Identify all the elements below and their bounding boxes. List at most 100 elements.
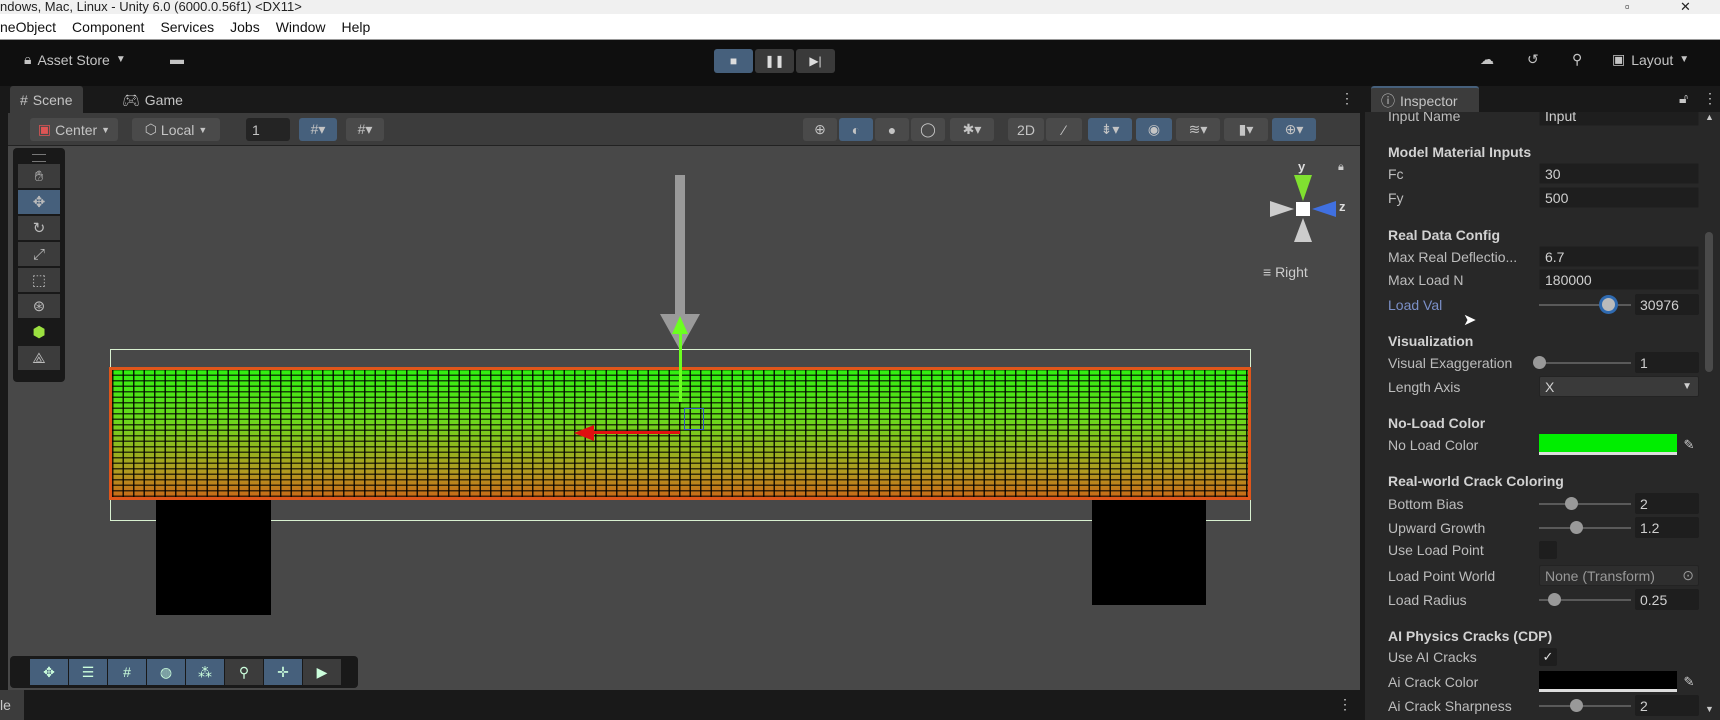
bottom-bias-slider[interactable] — [1539, 497, 1631, 510]
slider-knob[interactable] — [1569, 699, 1583, 712]
drag-handle-icon[interactable] — [32, 154, 46, 162]
rect-tool-icon[interactable]: ⬚ — [18, 268, 60, 292]
ai-crack-sharpness-slider[interactable] — [1539, 699, 1631, 712]
scroll-up-icon[interactable]: ▲ — [1705, 112, 1714, 122]
more-options-icon[interactable]: ⋮ — [1340, 90, 1354, 107]
camera-dropdown-icon[interactable]: ▮▾ — [1224, 118, 1268, 141]
stop-button[interactable]: ■ — [714, 49, 753, 73]
scene-view[interactable]: y z 🔒︎ ≡ Right — [8, 146, 1360, 690]
use-ai-cracks-checkbox[interactable]: ✓ — [1539, 648, 1557, 666]
restore-button[interactable]: ▫ — [1625, 0, 1630, 14]
draw-mode-wireframe-icon[interactable]: ⊕ — [803, 118, 837, 141]
axis-z-cone[interactable] — [1312, 201, 1336, 217]
menu-services[interactable]: Services — [160, 19, 214, 35]
pivot-move-icon[interactable]: ✛ — [264, 659, 302, 685]
scale-tool-icon[interactable]: ⤢ — [18, 242, 60, 266]
hand-tool-icon[interactable]: ✋︎ — [18, 164, 60, 188]
layout-dropdown[interactable]: ▣ Layout ▼ — [1612, 51, 1689, 68]
menu-jobs[interactable]: Jobs — [230, 19, 260, 35]
lighting-toggle-icon[interactable]: ⁄ — [1046, 118, 1082, 141]
eyedropper-icon[interactable]: ✎ — [1679, 434, 1699, 455]
gizmo-lock-icon[interactable]: 🔒︎ — [1338, 161, 1344, 174]
rotate-tool-icon[interactable]: ↻ — [18, 216, 60, 240]
move-handle-x[interactable] — [592, 431, 680, 434]
visual-exaggeration-field[interactable]: 1 — [1635, 352, 1699, 373]
move-tool-icon[interactable]: ✥ — [18, 190, 60, 214]
length-axis-dropdown[interactable]: X ▼ — [1539, 376, 1699, 397]
visibility-eye-icon[interactable]: ◉ — [1136, 118, 1172, 141]
load-radius-field[interactable]: 0.25 — [1635, 589, 1699, 610]
menu-gameobject[interactable]: neObject — [0, 19, 56, 35]
navmesh-icon[interactable]: ⁂ — [186, 659, 224, 685]
slider-knob[interactable] — [1565, 497, 1579, 510]
eyedropper-icon[interactable]: ✎ — [1679, 671, 1699, 692]
menu-help[interactable]: Help — [342, 19, 371, 35]
inspector-lock-icon[interactable]: 🔓︎ — [1679, 90, 1688, 107]
no-load-color-swatch[interactable] — [1539, 434, 1677, 455]
bottom-bias-field[interactable]: 2 — [1635, 493, 1699, 514]
menu-window[interactable]: Window — [276, 19, 326, 35]
console-tab[interactable]: le — [0, 690, 24, 720]
view-label-right[interactable]: ≡ Right — [1263, 264, 1308, 280]
archive-icon[interactable]: ▬ — [170, 51, 184, 67]
draw-mode-lit-icon[interactable]: ◯ — [911, 118, 945, 141]
grid-snap-button[interactable]: #▾ — [299, 118, 337, 141]
snap-magnet-button[interactable]: #▾ — [346, 118, 384, 141]
tab-inspector[interactable]: ⓘ Inspector — [1371, 86, 1479, 113]
search-icon[interactable]: ⚲ — [225, 659, 263, 685]
layers-dropdown-icon[interactable]: ≋▾ — [1176, 118, 1220, 141]
history-icon[interactable]: ↺ — [1527, 51, 1539, 68]
move-handle-plane[interactable] — [684, 408, 704, 430]
cloud-icon[interactable]: ☁ — [1480, 51, 1494, 68]
debug-draw-icon[interactable]: ✱▾ — [950, 118, 994, 141]
gizmos-dropdown-icon[interactable]: ⊕▾ — [1272, 118, 1316, 141]
space-dropdown[interactable]: ⬡ Local ▼ — [132, 118, 220, 141]
upward-growth-slider[interactable] — [1539, 521, 1631, 534]
pivot-dropdown[interactable]: ▣ Center ▼ — [30, 118, 118, 141]
more-options-icon[interactable]: ⋮ — [1338, 696, 1352, 713]
menu-component[interactable]: Component — [72, 19, 144, 35]
slider-knob[interactable] — [1602, 298, 1615, 311]
max-deflection-field[interactable]: 6.7 — [1539, 246, 1699, 267]
ai-crack-color-swatch[interactable] — [1539, 671, 1677, 692]
move-handle-y[interactable] — [679, 324, 682, 402]
axis-neg-x-cone[interactable] — [1270, 201, 1294, 217]
search-icon[interactable]: ⚲ — [1572, 51, 1582, 68]
slider-knob[interactable] — [1569, 521, 1583, 534]
use-load-point-checkbox[interactable] — [1539, 541, 1557, 559]
load-radius-slider[interactable] — [1539, 593, 1631, 606]
orientation-gizmo[interactable]: y z 🔒︎ — [1258, 159, 1348, 261]
camera-icon[interactable]: ▶ — [303, 659, 341, 685]
ai-crack-sharpness-field[interactable]: 2 — [1635, 695, 1699, 716]
move-icon[interactable]: ✥ — [30, 659, 68, 685]
input-name-field[interactable]: Input — [1539, 112, 1699, 126]
sphere-icon[interactable]: ◍ — [147, 659, 185, 685]
grid-size-input[interactable]: 1 — [246, 118, 290, 141]
slider-knob[interactable] — [1533, 356, 1546, 369]
fy-field[interactable]: 500 — [1539, 187, 1699, 208]
step-button[interactable]: ▶| — [796, 49, 835, 73]
effects-dropdown-icon[interactable]: ⇟▾ — [1088, 118, 1132, 141]
axis-neg-y-cone[interactable] — [1294, 218, 1312, 242]
draw-mode-unlit-icon[interactable]: ● — [875, 118, 909, 141]
visual-exaggeration-slider[interactable] — [1533, 356, 1631, 369]
load-val-field[interactable]: 30976 — [1635, 294, 1699, 315]
tab-scene[interactable]: # Scene — [10, 86, 83, 114]
spline-tool-icon[interactable]: ⟁ — [18, 346, 60, 370]
fc-field[interactable]: 30 — [1539, 163, 1699, 184]
2d-toggle-icon[interactable]: 2D — [1008, 118, 1044, 141]
grid-icon[interactable]: # — [108, 659, 146, 685]
settings-sliders-icon[interactable]: ☰ — [69, 659, 107, 685]
draw-mode-shaded-icon[interactable]: ◐ — [839, 118, 873, 141]
custom-tool-cube-icon[interactable]: ⬢ — [18, 320, 60, 344]
tab-game[interactable]: 🎮︎ Game — [112, 86, 193, 114]
transform-tool-icon[interactable]: ⊛ — [18, 294, 60, 318]
upward-growth-field[interactable]: 1.2 — [1635, 517, 1699, 538]
close-button[interactable]: ✕ — [1680, 0, 1691, 14]
max-load-field[interactable]: 180000 — [1539, 269, 1699, 290]
asset-store-button[interactable]: 🔒︎ Asset Store ▼ — [24, 51, 126, 68]
axis-center-cube[interactable] — [1296, 202, 1310, 216]
load-val-slider[interactable] — [1539, 298, 1631, 311]
pause-button[interactable]: ❚❚ — [755, 49, 794, 73]
axis-y-cone[interactable] — [1294, 175, 1312, 201]
